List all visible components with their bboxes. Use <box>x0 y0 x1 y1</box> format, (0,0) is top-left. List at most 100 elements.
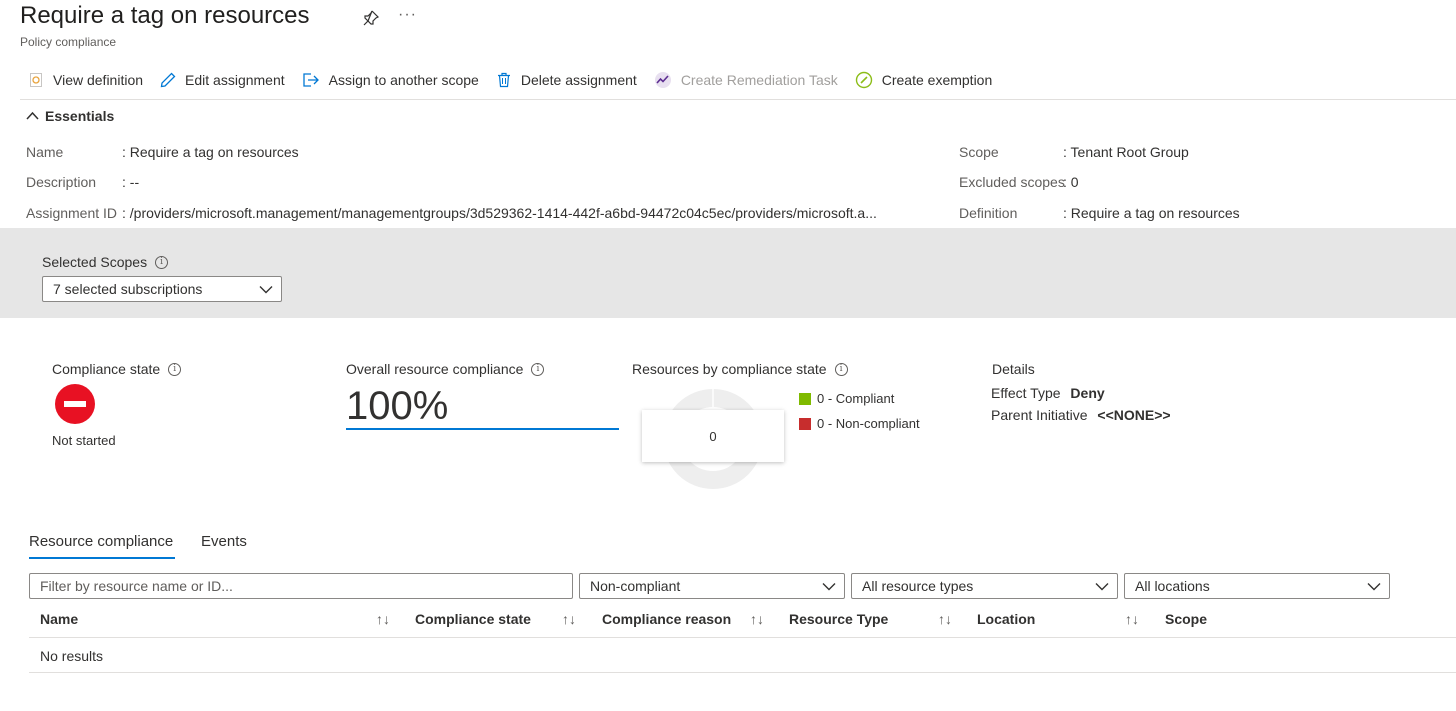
parent-initiative-row: Parent Initiative <<NONE>> <box>991 407 1171 423</box>
excluded-scopes-label: Excluded scopes <box>959 174 1065 190</box>
edit-assignment-button[interactable]: Edit assignment <box>160 72 285 88</box>
column-header-resource-type[interactable]: Resource Type <box>789 611 888 627</box>
edit-assignment-label: Edit assignment <box>185 72 285 88</box>
assignment-id-value: : /providers/microsoft.management/manage… <box>122 205 877 221</box>
pencil-icon <box>160 72 176 88</box>
active-tab-indicator <box>29 557 175 559</box>
assign-scope-label: Assign to another scope <box>328 72 479 88</box>
details-heading: Details <box>992 361 1035 377</box>
chevron-down-icon <box>1095 582 1109 590</box>
compliance-filter-dropdown[interactable]: Non-compliant <box>579 573 845 599</box>
effect-type-row: Effect Type Deny <box>991 385 1105 401</box>
page-title: Require a tag on resources <box>20 2 310 29</box>
tab-resource-compliance[interactable]: Resource compliance <box>29 533 173 550</box>
parent-initiative-label: Parent Initiative <box>991 407 1088 423</box>
compliance-underline <box>346 428 619 430</box>
column-header-scope[interactable]: Scope <box>1165 611 1207 627</box>
not-started-icon <box>55 384 95 429</box>
table-bottom-divider <box>29 672 1456 673</box>
delete-assignment-button[interactable]: Delete assignment <box>496 72 637 88</box>
scope-dropdown-value: 7 selected subscriptions <box>53 281 203 297</box>
assign-scope-button[interactable]: Assign to another scope <box>302 72 479 88</box>
info-icon[interactable]: i <box>531 362 545 376</box>
name-value: : Require a tag on resources <box>122 144 299 160</box>
resource-type-dropdown[interactable]: All resource types <box>851 573 1118 599</box>
effect-type-value: Deny <box>1070 385 1105 401</box>
resource-type-value: All resource types <box>862 578 974 594</box>
scope-value: : Tenant Root Group <box>1063 144 1189 160</box>
toolbar-divider <box>20 99 1456 100</box>
essentials-toggle[interactable]: Essentials <box>26 108 114 124</box>
effect-type-label: Effect Type <box>991 385 1061 401</box>
empty-results-message: No results <box>40 648 104 664</box>
chevron-down-icon <box>1367 582 1381 590</box>
delete-assignment-label: Delete assignment <box>520 72 637 88</box>
sort-icon[interactable]: ↑↓ <box>1125 611 1139 627</box>
column-header-location[interactable]: Location <box>977 611 1035 627</box>
create-exemption-button[interactable]: Create exemption <box>855 71 993 89</box>
resources-by-state-header: Resources by compliance state i <box>632 361 848 377</box>
view-definition-button[interactable]: View definition <box>28 72 143 88</box>
description-label: Description <box>26 174 97 190</box>
legend-swatch-noncompliant <box>799 417 811 430</box>
exemption-icon <box>855 71 872 89</box>
overall-compliance-value: 100% <box>346 384 449 428</box>
excluded-scopes-value: : 0 <box>1063 174 1079 190</box>
name-label: Name <box>26 144 64 160</box>
pin-icon[interactable] <box>362 9 380 27</box>
legend-compliant-label: 0 - Compliant <box>817 391 895 406</box>
scope-dropdown[interactable]: 7 selected subscriptions <box>42 276 282 302</box>
remediation-chart-icon <box>654 72 671 88</box>
chevron-down-icon <box>259 285 273 293</box>
location-value: All locations <box>1135 578 1210 594</box>
view-definition-label: View definition <box>53 72 144 88</box>
sort-icon[interactable]: ↑↓ <box>562 611 576 627</box>
legend-swatch-compliant <box>799 392 811 405</box>
tab-events[interactable]: Events <box>201 533 247 550</box>
info-icon[interactable]: i <box>168 362 182 376</box>
resources-by-state-label: Resources by compliance state <box>632 361 827 377</box>
definition-label: Definition <box>959 205 1018 221</box>
chevron-down-icon <box>822 582 836 590</box>
command-bar: View definition Edit assignment Assign t… <box>28 68 1009 92</box>
info-icon[interactable]: i <box>834 362 848 376</box>
sort-icon[interactable]: ↑↓ <box>938 611 952 627</box>
create-remediation-label: Create Remediation Task <box>680 72 838 88</box>
column-header-compliance-reason[interactable]: Compliance reason <box>602 611 731 627</box>
resource-search-input[interactable]: Filter by resource name or ID... <box>29 573 573 599</box>
scope-panel <box>0 228 1456 318</box>
chevron-up-icon <box>26 111 39 120</box>
assignment-id-label: Assignment ID <box>26 205 118 221</box>
sort-icon[interactable]: ↑↓ <box>750 611 764 627</box>
legend-compliant: 0 - Compliant <box>799 391 894 406</box>
location-dropdown[interactable]: All locations <box>1124 573 1390 599</box>
definition-value: : Require a tag on resources <box>1063 205 1240 221</box>
overall-compliance-label: Overall resource compliance <box>346 361 524 377</box>
export-arrow-icon <box>302 73 319 87</box>
header-divider <box>29 637 1456 638</box>
info-icon[interactable]: i <box>155 255 169 269</box>
compliance-state-value: Not started <box>52 433 116 448</box>
column-header-compliance-state[interactable]: Compliance state <box>415 611 531 627</box>
page-subtitle: Policy compliance <box>20 35 117 49</box>
compliance-state-label: Compliance state <box>52 361 161 377</box>
selected-scopes-text: Selected Scopes <box>42 254 148 270</box>
chart-tooltip: 0 <box>642 410 784 462</box>
scope-label: Scope <box>959 144 999 160</box>
selected-scopes-label: Selected Scopes i <box>42 254 169 270</box>
column-header-name[interactable]: Name <box>40 611 78 627</box>
compliance-filter-value: Non-compliant <box>590 578 681 594</box>
create-exemption-label: Create exemption <box>881 72 993 88</box>
compliance-state-header: Compliance state i <box>52 361 182 377</box>
more-options-icon[interactable]: ··· <box>398 6 417 24</box>
legend-noncompliant-label: 0 - Non-compliant <box>817 416 920 431</box>
trash-icon <box>497 72 510 88</box>
sort-icon[interactable]: ↑↓ <box>376 611 390 627</box>
parent-initiative-value: <<NONE>> <box>1097 407 1171 423</box>
document-icon <box>30 73 42 87</box>
description-value: : -- <box>122 174 140 190</box>
create-remediation-button[interactable]: Create Remediation Task <box>654 71 838 89</box>
legend-noncompliant: 0 - Non-compliant <box>799 416 920 431</box>
essentials-heading: Essentials <box>45 108 115 124</box>
overall-compliance-header: Overall resource compliance i <box>346 361 545 377</box>
